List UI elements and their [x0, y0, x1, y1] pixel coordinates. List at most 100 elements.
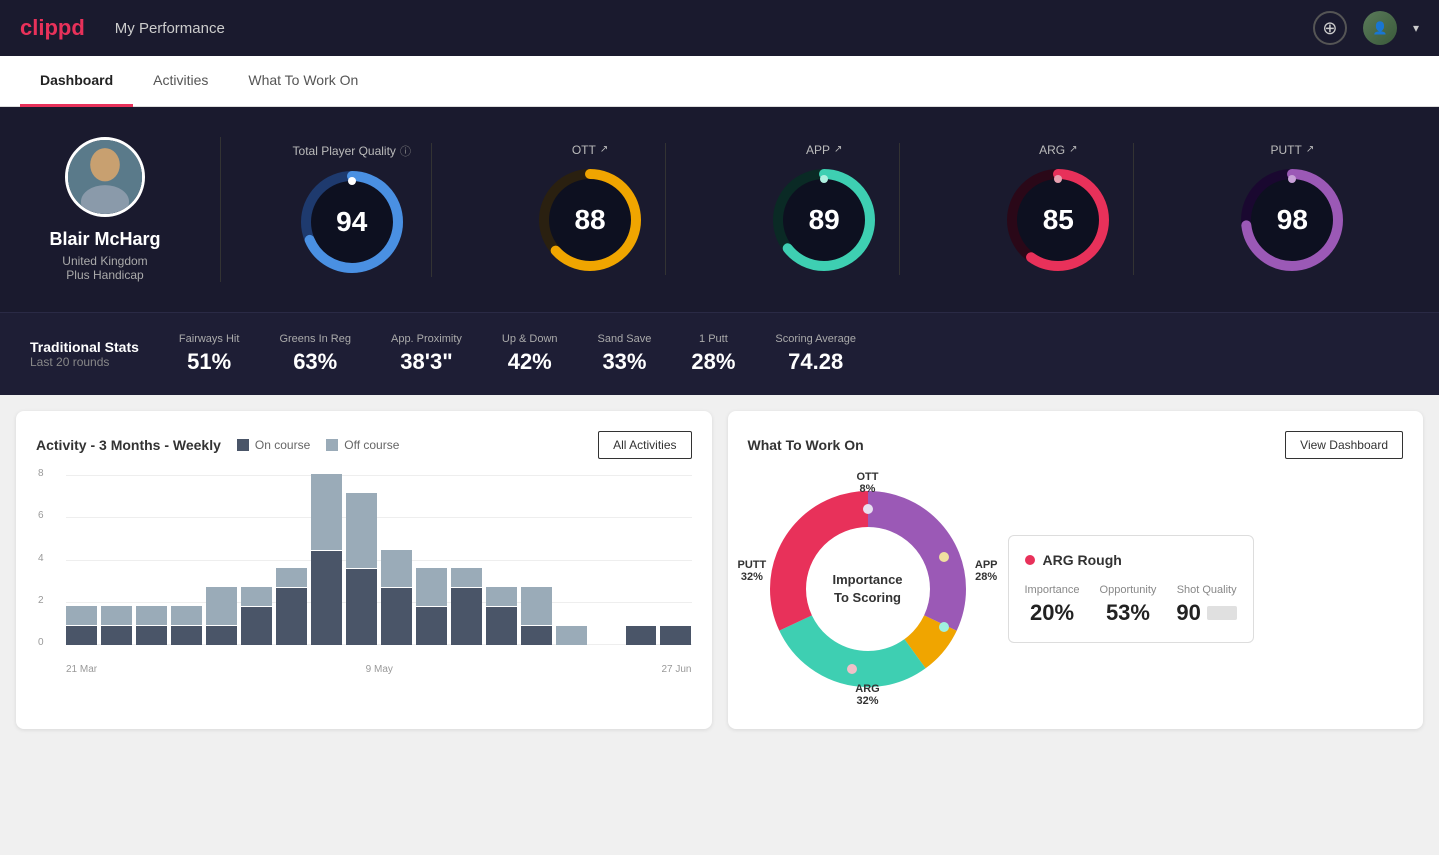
stat-scoring-average: Scoring Average 74.28	[775, 333, 856, 375]
bar-group	[311, 475, 342, 645]
putt-label: PUTT ↗	[1271, 143, 1315, 157]
user-avatar[interactable]: 👤	[1363, 11, 1397, 45]
bar-group	[660, 475, 691, 645]
bar-on-course	[101, 626, 132, 645]
gauge-ott: 88	[535, 165, 645, 275]
avatar-image: 👤	[1363, 11, 1397, 45]
nav-right: ⊕ 👤 ▾	[1313, 11, 1419, 45]
player-avatar	[65, 137, 145, 217]
gauge-app-value: 89	[809, 204, 840, 236]
view-dashboard-button[interactable]: View Dashboard	[1285, 431, 1403, 459]
bar-off-course	[381, 550, 412, 588]
bar-on-course	[346, 569, 377, 645]
tab-dashboard[interactable]: Dashboard	[20, 56, 133, 107]
bar-off-course	[206, 587, 237, 625]
info-card-title: ARG Rough	[1025, 552, 1237, 568]
total-quality-label: Total Player Quality ⓘ	[293, 143, 411, 159]
donut-label-app: APP28%	[975, 559, 998, 583]
activity-chart-title: Activity - 3 Months - Weekly	[36, 437, 221, 453]
bar-off-course	[416, 568, 447, 606]
bar-group	[381, 475, 412, 645]
bar-group	[276, 475, 307, 645]
player-handicap: Plus Handicap	[66, 268, 143, 282]
bar-group	[486, 475, 517, 645]
bar-off-course	[66, 606, 97, 625]
metric-ott: OTT ↗ 88	[515, 143, 666, 275]
bar-off-course	[276, 568, 307, 587]
gauge-putt: 98	[1237, 165, 1347, 275]
bar-on-course	[311, 551, 342, 645]
hero-section: Blair McHarg United Kingdom Plus Handica…	[0, 107, 1439, 312]
bar-group	[241, 475, 272, 645]
bar-on-course	[206, 626, 237, 645]
all-activities-button[interactable]: All Activities	[598, 431, 691, 459]
bar-group	[66, 475, 97, 645]
avatar-chevron[interactable]: ▾	[1413, 21, 1419, 35]
bar-on-course	[521, 626, 552, 645]
app-logo: clippd	[20, 15, 85, 41]
bar-off-course	[136, 606, 167, 625]
bar-group	[206, 475, 237, 645]
bar-group	[591, 475, 622, 645]
gauge-arg-value: 85	[1043, 204, 1074, 236]
info-metric-importance: Importance 20%	[1025, 584, 1080, 626]
bar-group	[101, 475, 132, 645]
info-metrics: Importance 20% Opportunity 53% Shot Qual…	[1025, 584, 1237, 626]
importance-label: Importance	[1025, 584, 1080, 596]
stat-app-proximity: App. Proximity 38'3"	[391, 333, 462, 375]
bar-group	[346, 475, 377, 645]
info-metric-opportunity: Opportunity 53%	[1100, 584, 1157, 626]
bar-on-course	[241, 607, 272, 645]
arg-label: ARG ↗	[1039, 143, 1077, 157]
x-label-mar: 21 Mar	[66, 664, 97, 675]
legend-off-course-dot	[326, 439, 338, 451]
player-profile: Blair McHarg United Kingdom Plus Handica…	[30, 137, 210, 282]
bar-off-course	[451, 568, 482, 587]
tabs-bar: Dashboard Activities What To Work On	[0, 56, 1439, 107]
bar-off-course	[101, 606, 132, 625]
stat-sand-save: Sand Save 33%	[598, 333, 652, 375]
tab-activities[interactable]: Activities	[133, 56, 228, 107]
top-nav: clippd My Performance ⊕ 👤 ▾	[0, 0, 1439, 56]
bar-group	[451, 475, 482, 645]
trad-stats-label: Traditional Stats Last 20 rounds	[30, 339, 139, 369]
stat-fairways-hit: Fairways Hit 51%	[179, 333, 240, 375]
shot-quality-label: Shot Quality	[1177, 584, 1237, 596]
bar-on-course	[276, 588, 307, 645]
add-button[interactable]: ⊕	[1313, 11, 1347, 45]
legend-on-course: On course	[237, 438, 310, 452]
gauge-putt-value: 98	[1277, 204, 1308, 236]
gauge-arg: 85	[1003, 165, 1113, 275]
bar-group	[556, 475, 587, 645]
what-to-work-on-card: What To Work On View Dashboard	[728, 411, 1424, 729]
activity-chart-area: 8 6 4 2 0 21 Mar 9 May 27 Jun	[36, 475, 692, 675]
gauge-total-value: 94	[336, 206, 367, 238]
x-label-may: 9 May	[366, 664, 393, 675]
player-country: United Kingdom	[62, 254, 147, 268]
chart-bars	[66, 475, 692, 645]
importance-value: 20%	[1030, 600, 1074, 626]
donut-center-text: ImportanceTo Scoring	[832, 571, 902, 607]
activity-chart-legend: On course Off course	[237, 438, 400, 452]
putt-trend: ↗	[1306, 144, 1314, 155]
trad-stats-subtitle: Last 20 rounds	[30, 355, 139, 369]
donut-label-ott: OTT8%	[857, 471, 879, 495]
work-card-title: What To Work On	[748, 437, 864, 453]
bar-group	[521, 475, 552, 645]
chart-x-labels: 21 Mar 9 May 27 Jun	[66, 664, 692, 675]
bar-off-course	[346, 493, 377, 569]
player-name: Blair McHarg	[49, 229, 160, 250]
hero-metrics: Total Player Quality ⓘ 94 OTT	[231, 143, 1409, 277]
tab-what-to-work-on[interactable]: What To Work On	[228, 56, 378, 107]
gauge-total: 94	[297, 167, 407, 277]
bar-on-course	[66, 626, 97, 645]
work-content: ImportanceTo Scoring OTT8% APP28% ARG32%…	[748, 469, 1404, 709]
donut-label-putt: PUTT32%	[738, 559, 767, 583]
trad-stats-title: Traditional Stats	[30, 339, 139, 355]
bottom-section: Activity - 3 Months - Weekly On course O…	[0, 395, 1439, 745]
stat-up-and-down: Up & Down 42%	[502, 333, 558, 375]
bar-off-course	[556, 626, 587, 645]
legend-on-course-dot	[237, 439, 249, 451]
bar-group	[171, 475, 202, 645]
bar-on-course	[381, 588, 412, 645]
